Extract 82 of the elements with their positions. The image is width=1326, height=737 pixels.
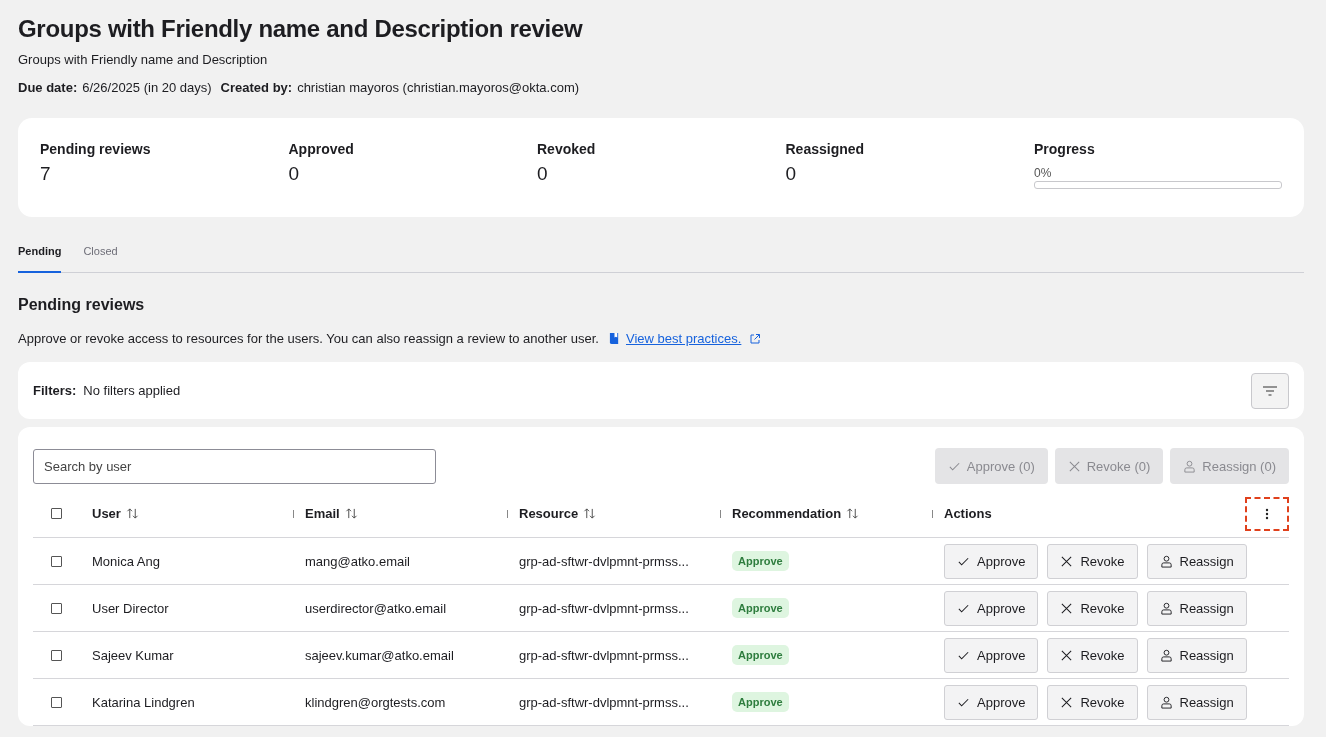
recommendation-tag: Approve	[732, 692, 789, 712]
row-action-button[interactable]: Reassign	[1146, 543, 1247, 579]
row-action-button[interactable]: Approve	[944, 637, 1039, 673]
table-cell: grp-ad-sftwr-dvlpmnt-prmss...	[519, 600, 689, 616]
section-heading: Pending reviews	[18, 296, 146, 314]
person-icon	[1159, 695, 1173, 709]
page-subtitle: Groups with Friendly name and Description	[18, 52, 269, 67]
external-link-icon	[749, 332, 762, 345]
sort-icon	[583, 508, 597, 519]
meta-label: Due date:	[18, 80, 78, 95]
tab[interactable]: Closed	[83, 239, 118, 273]
row-action-button[interactable]: Reassign	[1146, 590, 1247, 626]
sort-icon	[344, 508, 358, 519]
row-checkbox[interactable]	[51, 649, 62, 661]
section-description: Approve or revoke access to resources for the users. You can also reassign a review to another user.	[18, 331, 599, 346]
recommendation-tag: Approve	[732, 645, 789, 665]
stat-label: Pending reviews	[40, 141, 151, 157]
person-icon	[1159, 601, 1173, 615]
stat-value: 0	[785, 163, 797, 185]
stat-value: 0	[288, 163, 300, 185]
table-cell: Monica Ang	[92, 553, 160, 569]
stat-value: 0	[537, 163, 548, 185]
table-cell: grp-ad-sftwr-dvlpmnt-prmss...	[519, 647, 689, 663]
table-cell: userdirector@atko.email	[305, 600, 447, 616]
tab[interactable]: Pending	[18, 239, 62, 273]
progress-reading: 0%	[1034, 166, 1052, 180]
row-action-button[interactable]: Revoke	[1047, 543, 1138, 579]
row-action-button[interactable]: Approve	[944, 543, 1039, 579]
column-header[interactable]: Resource	[519, 506, 597, 521]
table-cell: grp-ad-sftwr-dvlpmnt-prmss...	[519, 553, 689, 569]
filters-label: Filters:	[33, 383, 77, 398]
column-header[interactable]: User	[92, 506, 139, 521]
close-icon	[1060, 695, 1074, 709]
best-practices-link[interactable]: View best practices.	[626, 331, 742, 346]
filters-value: No filters applied	[83, 383, 182, 398]
meta-value: 6/26/2025 (in 20 days)	[82, 80, 212, 95]
row-checkbox[interactable]	[51, 696, 62, 708]
stat-value: 7	[40, 163, 51, 185]
table-cell: Katarina Lindgren	[92, 694, 195, 710]
close-icon	[1060, 554, 1074, 568]
recommendation-tag: Approve	[732, 598, 789, 618]
search-field[interactable]: Search by user	[33, 448, 436, 484]
page-title: Groups with Friendly name and Description review	[18, 14, 584, 44]
sort-icon	[125, 508, 139, 519]
person-icon	[1183, 459, 1197, 473]
select-all-checkbox[interactable]	[51, 508, 62, 519]
close-icon	[1060, 648, 1074, 662]
column-header[interactable]: Actions	[944, 506, 992, 521]
more-icon	[1265, 507, 1269, 520]
meta-label: Created by:	[220, 80, 293, 95]
stat-label: Progress	[1034, 141, 1095, 157]
filter-icon	[1263, 385, 1277, 396]
row-action-button[interactable]: Reassign	[1146, 684, 1247, 720]
table-cell: grp-ad-sftwr-dvlpmnt-prmss...	[519, 694, 689, 710]
stat-label: Reassigned	[785, 141, 865, 157]
row-action-button[interactable]: Approve	[944, 684, 1039, 720]
column-header[interactable]: Recommendation	[732, 506, 860, 521]
table-cell: Sajeev Kumar	[92, 647, 174, 663]
column-header[interactable]: Email	[305, 506, 358, 521]
row-checkbox[interactable]	[51, 555, 62, 567]
table-cell: klindgren@orgtests.com	[305, 694, 446, 710]
row-action-button[interactable]: Revoke	[1047, 590, 1138, 626]
book-icon	[609, 332, 620, 345]
row-action-button[interactable]: Approve	[944, 590, 1039, 626]
table-cell: User Director	[92, 600, 169, 616]
row-action-button[interactable]: Revoke	[1047, 684, 1138, 720]
table-cell: sajeev.kumar@atko.email	[305, 647, 454, 663]
table-cell: mang@atko.email	[305, 553, 410, 569]
recommendation-tag: Approve	[732, 551, 789, 571]
row-action-button[interactable]: Reassign	[1146, 637, 1247, 673]
sort-icon	[846, 508, 860, 519]
person-icon	[1159, 554, 1173, 568]
close-icon	[1060, 601, 1074, 615]
meta-value: christian mayoros (christian.mayoros@okta.com)	[297, 80, 580, 95]
more-options-button[interactable]	[1245, 496, 1289, 531]
close-icon	[1067, 459, 1081, 473]
filter-button[interactable]	[1251, 372, 1289, 409]
stat-label: Revoked	[537, 141, 596, 157]
person-icon	[1159, 648, 1173, 662]
stat-label: Approved	[288, 141, 354, 157]
row-action-button[interactable]: Revoke	[1047, 637, 1138, 673]
row-checkbox[interactable]	[51, 602, 62, 614]
